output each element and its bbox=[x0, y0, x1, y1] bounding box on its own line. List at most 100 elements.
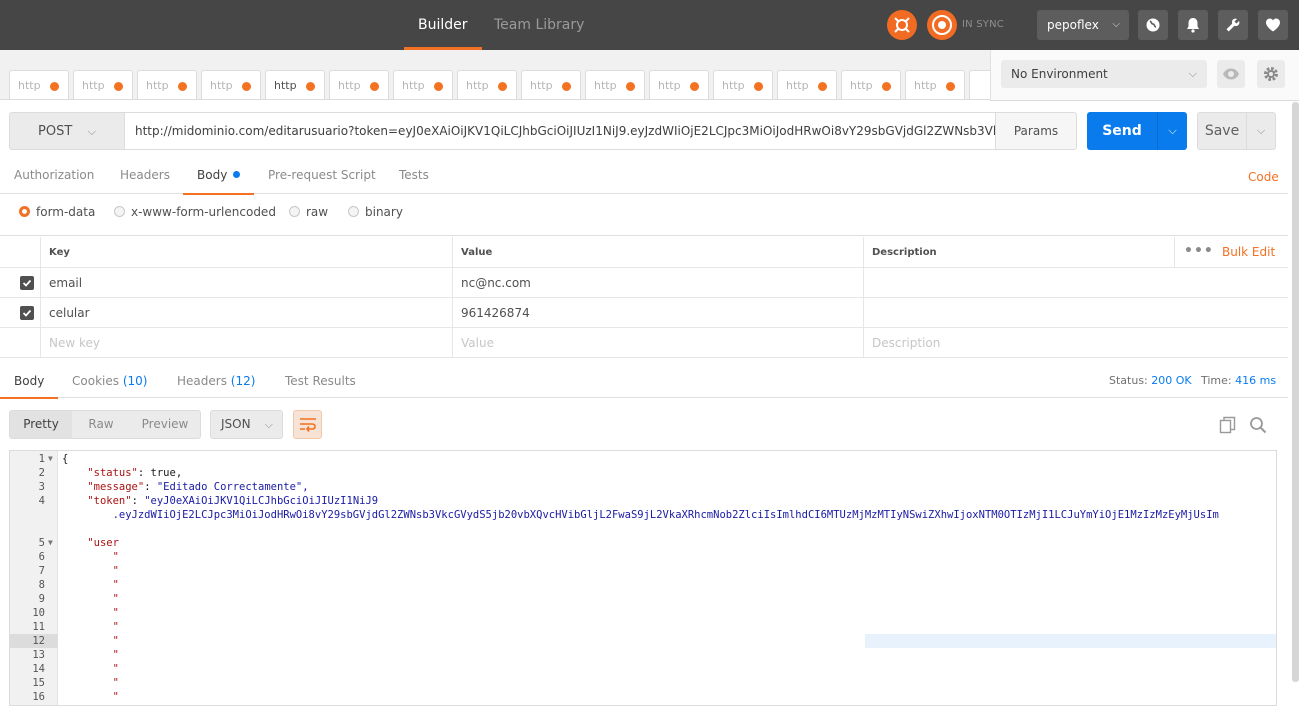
wrap-lines-button[interactable] bbox=[293, 410, 322, 439]
request-tab[interactable]: http bbox=[457, 70, 517, 99]
tab-team-library[interactable]: Team Library bbox=[494, 0, 584, 50]
code-line: 11 " bbox=[32, 621, 119, 633]
radio-empty-icon bbox=[348, 206, 359, 217]
new-description-input[interactable]: Description bbox=[863, 328, 1288, 357]
chevron-down-icon: ⌵ bbox=[1256, 124, 1266, 137]
row-enabled-checkbox[interactable] bbox=[20, 306, 34, 320]
username: pepoflex bbox=[1047, 18, 1099, 32]
user-menu-button[interactable]: pepoflex ⌵ bbox=[1037, 10, 1129, 40]
copy-icon[interactable] bbox=[1219, 416, 1237, 437]
response-tab-cookies[interactable]: Cookies (10) bbox=[72, 366, 147, 398]
request-tab[interactable]: http bbox=[649, 70, 709, 99]
send-options-button[interactable]: ⌵ bbox=[1157, 112, 1187, 150]
globe-button[interactable] bbox=[1138, 10, 1168, 40]
unsaved-dot-icon bbox=[434, 82, 443, 91]
key-cell[interactable]: email bbox=[40, 268, 452, 297]
row-enabled-checkbox[interactable] bbox=[20, 276, 34, 290]
wrap-icon bbox=[300, 418, 316, 432]
chevron-down-icon: ⌵ bbox=[87, 125, 96, 138]
url-input[interactable]: http://midominio.com/editarusuario?token… bbox=[125, 112, 996, 150]
preview-button[interactable]: Preview bbox=[134, 411, 196, 438]
page-scrollbar[interactable] bbox=[1292, 102, 1299, 682]
description-cell[interactable] bbox=[863, 298, 1288, 327]
save-button[interactable]: Save bbox=[1197, 112, 1247, 150]
response-tab-test-results[interactable]: Test Results bbox=[285, 366, 356, 398]
request-tab[interactable]: http bbox=[713, 70, 773, 99]
radio-urlencoded[interactable]: x-www-form-urlencoded bbox=[114, 196, 276, 228]
request-tab[interactable]: http bbox=[521, 70, 581, 99]
response-tab-body[interactable]: Body bbox=[0, 366, 59, 399]
response-status: Status: 200 OK bbox=[1109, 374, 1192, 387]
environment-select[interactable]: No Environment ⌵ bbox=[1001, 60, 1207, 88]
request-tab-active[interactable]: http bbox=[265, 70, 325, 99]
more-options-icon[interactable]: ••• bbox=[1184, 237, 1214, 266]
unsaved-dot-icon bbox=[562, 82, 571, 91]
bulk-edit-link[interactable]: Bulk Edit bbox=[1222, 237, 1275, 268]
sync-icon[interactable] bbox=[927, 10, 957, 40]
code-line: 15 " bbox=[32, 677, 119, 689]
request-tab[interactable]: http bbox=[777, 70, 837, 99]
tab-tests[interactable]: Tests bbox=[399, 160, 429, 194]
code-line: 1 ▼{ bbox=[38, 452, 69, 466]
chevron-down-icon: ⌵ bbox=[1112, 19, 1120, 30]
radio-binary[interactable]: binary bbox=[348, 196, 403, 228]
tab-body[interactable]: Body bbox=[182, 160, 255, 195]
send-button[interactable]: Send bbox=[1087, 112, 1157, 150]
request-tab[interactable]: http bbox=[201, 70, 261, 99]
request-tab-partial[interactable] bbox=[969, 70, 990, 99]
response-tab-headers[interactable]: Headers (12) bbox=[177, 366, 255, 398]
favorite-button[interactable] bbox=[1258, 10, 1288, 40]
settings-button[interactable] bbox=[1218, 10, 1248, 40]
request-tabs-bar: http http http http http http http http … bbox=[0, 50, 990, 100]
tab-builder[interactable]: Builder bbox=[404, 0, 481, 50]
new-value-input[interactable]: Value bbox=[452, 328, 863, 357]
notifications-button[interactable] bbox=[1178, 10, 1208, 40]
request-tab[interactable]: http bbox=[841, 70, 901, 99]
new-key-input[interactable]: New key bbox=[40, 328, 452, 357]
tab-pre-request-script[interactable]: Pre-request Script bbox=[268, 160, 376, 194]
fold-arrow-icon[interactable]: ▼ bbox=[48, 536, 53, 550]
request-tab[interactable]: http bbox=[329, 70, 389, 99]
request-tab[interactable]: http bbox=[9, 70, 69, 99]
request-tab[interactable]: http bbox=[905, 70, 965, 99]
radio-form-data[interactable]: form-data bbox=[19, 196, 95, 228]
description-cell[interactable] bbox=[863, 268, 1288, 297]
save-options-button[interactable]: ⌵ bbox=[1246, 112, 1276, 150]
tab-authorization[interactable]: Authorization bbox=[14, 160, 94, 194]
request-tab[interactable]: http bbox=[137, 70, 197, 99]
modified-dot-icon bbox=[233, 171, 241, 178]
response-body-viewer[interactable]: 1 ▼{ 2 "status": true, 3 "message": "Edit… bbox=[9, 450, 1277, 706]
eye-icon bbox=[1223, 68, 1239, 80]
raw-button[interactable]: Raw bbox=[70, 411, 132, 438]
generate-code-link[interactable]: Code bbox=[1248, 170, 1279, 184]
code-line: 4 "token": "eyJ0eXAiOiJKV1QiLCJhbGciOiJI… bbox=[38, 495, 379, 507]
code-line: 6 " bbox=[38, 551, 119, 563]
method-select[interactable]: POST ⌵ bbox=[9, 112, 125, 150]
params-button[interactable]: Params bbox=[995, 112, 1077, 150]
tab-headers[interactable]: Headers bbox=[120, 160, 170, 194]
request-tab[interactable]: http bbox=[393, 70, 453, 99]
key-cell[interactable]: celular bbox=[40, 298, 452, 327]
unsaved-dot-icon bbox=[242, 82, 251, 91]
radio-empty-icon bbox=[289, 206, 300, 217]
radio-raw[interactable]: raw bbox=[289, 196, 328, 228]
bell-icon bbox=[1187, 18, 1199, 33]
request-tab[interactable]: http bbox=[73, 70, 133, 99]
fold-arrow-icon[interactable]: ▼ bbox=[48, 452, 53, 466]
value-cell[interactable]: nc@nc.com bbox=[452, 268, 863, 297]
search-icon[interactable] bbox=[1249, 416, 1267, 437]
environment-quick-look-button[interactable] bbox=[1217, 60, 1245, 88]
radio-empty-icon bbox=[114, 206, 125, 217]
response-time: Time: 416 ms bbox=[1201, 374, 1277, 387]
code-line-active: 12 " bbox=[10, 634, 1276, 648]
table-row: celular 961426874 bbox=[0, 298, 1288, 328]
manage-environments-button[interactable] bbox=[1257, 60, 1285, 88]
pretty-button[interactable]: Pretty bbox=[10, 411, 72, 438]
interceptor-icon[interactable] bbox=[887, 10, 917, 40]
response-language-select[interactable]: JSON ⌵ bbox=[210, 410, 283, 439]
value-cell[interactable]: 961426874 bbox=[452, 298, 863, 327]
heart-icon bbox=[1266, 18, 1280, 32]
request-tab[interactable]: http bbox=[585, 70, 645, 99]
response-tabs: Body Cookies (10) Headers (12) Test Resu… bbox=[0, 366, 1288, 399]
code-line: 13 " bbox=[32, 649, 119, 661]
